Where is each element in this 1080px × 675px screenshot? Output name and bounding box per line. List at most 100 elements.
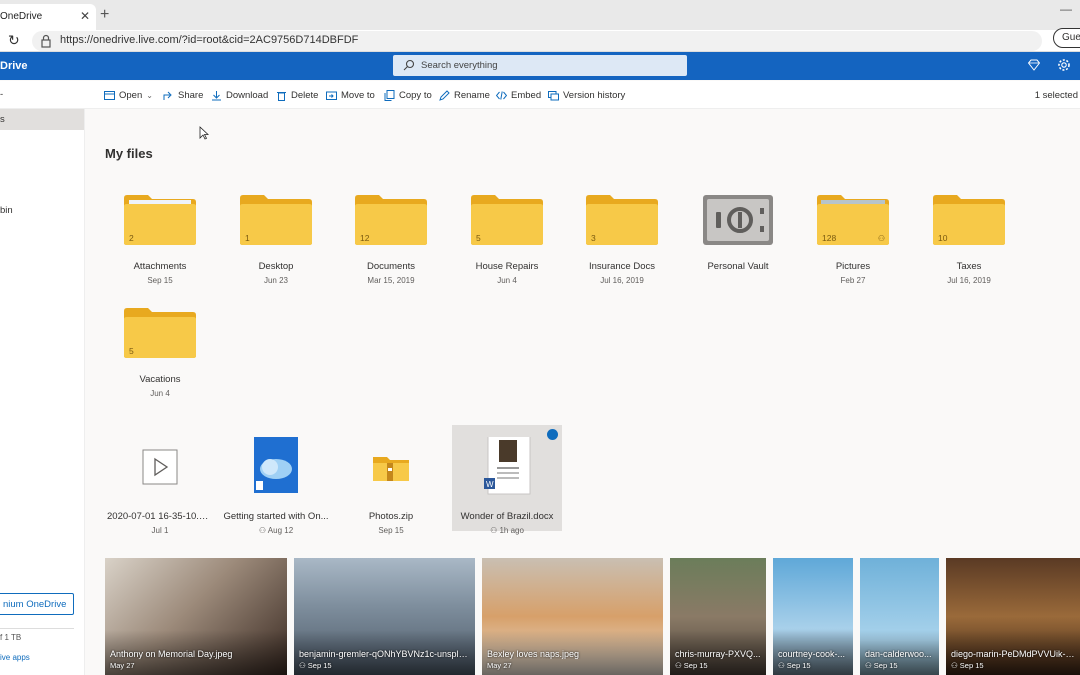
file-tile-1[interactable]: Getting started with On... ⚇ Aug 12 [221, 425, 331, 535]
nav-item-label: s [0, 114, 5, 125]
folder-thumbnail: 2 [124, 194, 196, 246]
minimize-icon[interactable]: — [1060, 2, 1072, 16]
photo-tile-4[interactable]: courtney-cook-... ⚇ Sep 15 [773, 558, 853, 675]
nav-item-recycle-bin[interactable]: bin [0, 205, 13, 216]
folder-thumbnail: 3 [586, 194, 658, 246]
photo-name: diego-marin-PeDMdPVVUik-unsp [951, 649, 1076, 659]
search-input[interactable]: Search everything [393, 55, 687, 76]
folder-tile-house-repairs[interactable]: 5 House Repairs Jun 4 [452, 194, 562, 285]
folder-name: Pictures [835, 261, 871, 272]
folder-item-count: 128 [822, 233, 837, 243]
premium-onedrive-button[interactable]: nium OneDrive [0, 593, 74, 615]
photo-tile-0[interactable]: Anthony on Memorial Day.jpeg May 27 [105, 558, 287, 675]
file-name: Wonder of Brazil.docx [460, 511, 554, 522]
file-thumbnail: W [477, 433, 537, 497]
new-tab-button[interactable]: + [100, 6, 109, 24]
photo-date: ⚇ Sep 15 [865, 661, 898, 670]
folder-date: Jul 16, 2019 [600, 276, 644, 285]
folder-tile-insurance-docs[interactable]: 3 Insurance Docs Jul 16, 2019 [567, 194, 677, 285]
folder-icon [586, 195, 658, 245]
embed-button[interactable]: Embed [496, 90, 541, 101]
folder-thumbnail: 10 [933, 194, 1005, 246]
delete-button[interactable]: Delete [276, 90, 318, 101]
folder-icon [240, 195, 312, 245]
photo-name: benjamin-gremler-qONhYBVNz1c-unspla... [299, 649, 471, 659]
photo-tile-6[interactable]: diego-marin-PeDMdPVVUik-unsp ⚇ Sep 15 [946, 558, 1080, 675]
embed-label: Embed [511, 90, 542, 101]
folder-item-count: 2 [129, 233, 134, 243]
folder-tile-desktop[interactable]: 1 Desktop Jun 23 [221, 194, 331, 285]
nav-item-my-files[interactable]: s [0, 109, 84, 130]
download-icon [212, 91, 221, 101]
left-navigation: - s bin nium OneDrive f 1 TB ive apps [0, 89, 85, 675]
photo-tile-3[interactable]: chris-murray-PXVQ... ⚇ Sep 15 [670, 558, 766, 675]
profile-button[interactable]: Gues [1053, 28, 1080, 48]
move-to-button[interactable]: Move to [326, 90, 375, 101]
browser-tab[interactable]: OneDrive ✕ [0, 4, 96, 30]
version-history-button[interactable]: Version history [548, 90, 625, 101]
url-field[interactable]: https://onedrive.live.com/?id=root&cid=2… [32, 31, 1042, 51]
folder-item-count: 12 [360, 233, 370, 243]
folder-tile-vacations[interactable]: 5 Vacations Jun 4 [105, 307, 215, 398]
history-icon [548, 91, 559, 101]
open-button[interactable]: Open ⌄ [104, 90, 153, 101]
selection-count[interactable]: 1 selected [1035, 90, 1078, 101]
file-thumbnail [361, 437, 421, 497]
chevron-down-icon: ⌄ [146, 91, 153, 100]
copy-to-button[interactable]: Copy to [384, 90, 432, 101]
command-bar: Open ⌄ Share Download Delete Move to Cop… [0, 81, 1080, 109]
download-button[interactable]: Download [211, 90, 268, 101]
folder-tile-pictures[interactable]: 128 ⚇ Pictures Feb 27 [798, 194, 908, 285]
photo-date: May 27 [487, 661, 512, 670]
nav-divider [0, 628, 74, 629]
folder-item-count: 5 [476, 233, 481, 243]
lock-icon [41, 34, 51, 48]
folder-name: Taxes [956, 261, 982, 272]
search-placeholder: Search everything [421, 60, 498, 71]
photo-tile-1[interactable]: benjamin-gremler-qONhYBVNz1c-unspla... ⚇ … [294, 558, 475, 675]
folder-date: Jul 16, 2019 [947, 276, 991, 285]
file-date: ⚇ Aug 12 [258, 526, 294, 535]
photo-tile-2[interactable]: Bexley loves naps.jpeg May 27 [482, 558, 663, 675]
get-apps-link[interactable]: ive apps [0, 653, 30, 662]
folder-item-count: 3 [591, 233, 596, 243]
checkmark-icon[interactable] [547, 429, 558, 440]
file-thumbnail [246, 435, 306, 497]
shared-icon: ⚇ [258, 526, 268, 535]
folder-thumbnail: 12 [355, 194, 427, 246]
folder-tile-taxes[interactable]: 10 Taxes Jul 16, 2019 [914, 194, 1024, 285]
folder-name: House Repairs [475, 261, 539, 272]
folder-tile-personal-vault[interactable]: Personal Vault [683, 194, 793, 276]
photo-name: dan-calderwoo... [865, 649, 932, 659]
folder-name: Documents [366, 261, 416, 272]
folder-name: Personal Vault [707, 261, 769, 272]
gear-icon[interactable] [1057, 58, 1071, 72]
file-name: Getting started with On... [223, 511, 329, 522]
photo-date: May 27 [110, 661, 135, 670]
share-icon [163, 91, 172, 100]
file-tile-2[interactable]: Photos.zip Sep 15 [336, 425, 446, 535]
share-button[interactable]: Share [163, 90, 203, 101]
reload-icon[interactable]: ↻ [8, 32, 20, 49]
nav-item-collapsed[interactable]: - [0, 89, 3, 100]
address-bar: ↻ https://onedrive.live.com/?id=root&cid… [0, 30, 1080, 52]
photo-date: ⚇ Sep 15 [951, 661, 984, 670]
folder-name: Vacations [139, 374, 181, 385]
premium-diamond-icon[interactable] [1028, 59, 1040, 71]
app-header: Drive Search everything [0, 52, 1080, 80]
folder-tile-attachments[interactable]: 2 Attachments Sep 15 [105, 194, 215, 285]
folder-tile-documents[interactable]: 12 Documents Mar 15, 2019 [336, 194, 446, 285]
tab-close-icon[interactable]: ✕ [80, 9, 90, 23]
browser-tab-bar: OneDrive ✕ + — [0, 0, 1080, 30]
photo-tile-5[interactable]: dan-calderwoo... ⚇ Sep 15 [860, 558, 939, 675]
url-text: https://onedrive.live.com/?id=root&cid=2… [60, 34, 359, 46]
open-label: Open [119, 90, 143, 101]
file-tile-3[interactable]: W Wonder of Brazil.docx ⚇ 1h ago [452, 425, 562, 535]
rename-button[interactable]: Rename [439, 90, 490, 101]
code-icon [496, 91, 507, 100]
app-brand[interactable]: Drive [0, 60, 28, 72]
folder-thumbnail [702, 194, 774, 246]
copy-icon [384, 90, 395, 101]
file-tile-0[interactable]: 2020-07-01 16-35-10.m... Jul 1 [105, 425, 215, 535]
photo-name: courtney-cook-... [778, 649, 846, 659]
